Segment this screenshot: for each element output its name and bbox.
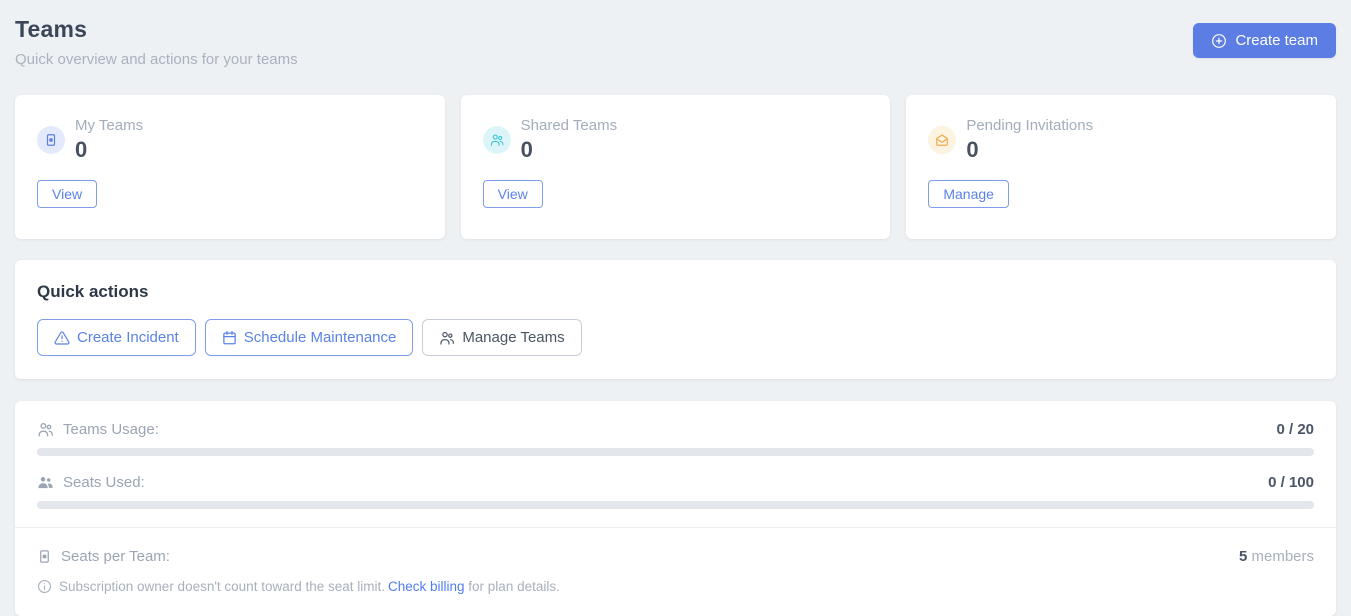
page-subtitle: Quick overview and actions for your team… (15, 51, 298, 68)
seats-per-team-label: Seats per Team: (61, 548, 170, 565)
subscription-note-suffix: for plan details. (465, 579, 560, 594)
seats-used-value: 0 / 100 (1268, 474, 1314, 491)
info-circle-icon (37, 579, 52, 594)
stat-cards-row: My Teams 0 View Shared Teams 0 View (15, 95, 1336, 239)
usage-panel: Teams Usage: 0 / 20 Seats Used: 0 / 100 (15, 401, 1336, 616)
pending-invitations-count: 0 (966, 137, 1093, 163)
page-header-text: Teams Quick overview and actions for you… (15, 16, 298, 68)
manage-teams-label: Manage Teams (462, 329, 564, 346)
quick-actions-panel: Quick actions Create Incident Schedule M… (15, 260, 1336, 379)
my-teams-label: My Teams (75, 117, 143, 134)
seats-per-team-row: Seats per Team: 5 members (37, 548, 1314, 565)
shared-teams-count: 0 (521, 137, 617, 163)
subscription-note-text: Subscription owner doesn't count toward … (59, 579, 560, 594)
create-team-button[interactable]: Create team (1193, 23, 1336, 58)
users-icon (483, 126, 511, 154)
subscription-note: Subscription owner doesn't count toward … (37, 579, 1314, 616)
pending-invitations-card: Pending Invitations 0 Manage (906, 95, 1336, 239)
seats-per-team-value: 5 members (1239, 548, 1314, 565)
shared-teams-label: Shared Teams (521, 117, 617, 134)
seats-used-label: Seats Used: (63, 474, 145, 491)
seats-used-row: Seats Used: 0 / 100 (37, 474, 1314, 491)
users-filled-icon (37, 474, 54, 491)
page-title: Teams (15, 16, 298, 43)
calendar-icon (222, 330, 237, 345)
users-outline-icon (37, 421, 54, 438)
mail-open-icon (928, 126, 956, 154)
create-incident-label: Create Incident (77, 329, 179, 346)
pending-invitations-label: Pending Invitations (966, 117, 1093, 134)
id-badge-icon (37, 549, 52, 564)
teams-usage-label: Teams Usage: (63, 421, 159, 438)
teams-usage-progress-bar (37, 448, 1314, 456)
quick-actions-title: Quick actions (37, 282, 1314, 302)
create-incident-button[interactable]: Create Incident (37, 319, 196, 356)
warning-triangle-icon (54, 330, 70, 346)
seats-per-team-suffix: members (1247, 548, 1314, 565)
schedule-maintenance-label: Schedule Maintenance (244, 329, 397, 346)
teams-usage-row: Teams Usage: 0 / 20 (37, 421, 1314, 438)
plus-circle-icon (1211, 33, 1227, 49)
create-team-button-label: Create team (1235, 32, 1318, 49)
users-icon (439, 330, 455, 346)
my-teams-count: 0 (75, 137, 143, 163)
page-header: Teams Quick overview and actions for you… (15, 16, 1336, 68)
shared-teams-card: Shared Teams 0 View (461, 95, 891, 239)
my-teams-card: My Teams 0 View (15, 95, 445, 239)
seats-used-progress-bar (37, 501, 1314, 509)
pending-invitations-manage-button[interactable]: Manage (928, 180, 1009, 208)
teams-usage-value: 0 / 20 (1276, 421, 1314, 438)
shared-teams-view-button[interactable]: View (483, 180, 543, 208)
schedule-maintenance-button[interactable]: Schedule Maintenance (205, 319, 414, 356)
my-teams-view-button[interactable]: View (37, 180, 97, 208)
check-billing-link[interactable]: Check billing (388, 579, 465, 594)
manage-teams-button[interactable]: Manage Teams (422, 319, 581, 356)
id-badge-icon (37, 126, 65, 154)
usage-divider (15, 527, 1336, 528)
